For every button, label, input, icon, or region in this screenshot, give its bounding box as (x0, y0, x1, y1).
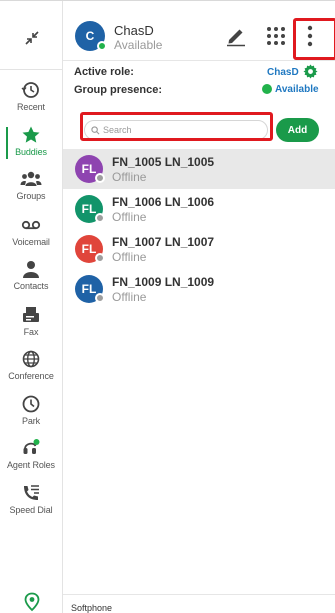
list-item[interactable]: FL FN_1005 LN_1005 Offline (63, 149, 335, 189)
footer: Softphone (63, 594, 335, 613)
collapse-arrows-icon (25, 31, 39, 45)
user-name[interactable]: ChasD (114, 23, 154, 38)
nav-label-contacts: Contacts (13, 281, 49, 291)
active-role-value[interactable]: ChasD (267, 67, 299, 78)
fax-icon (23, 307, 39, 322)
presence-offline-indicator (95, 293, 105, 303)
nav-label-agent-roles: Agent Roles (7, 460, 55, 470)
nav-item-groups[interactable]: Groups (0, 169, 62, 211)
nav-item-voicemail[interactable]: Voicemail (0, 215, 62, 257)
nav-label-recent: Recent (17, 102, 45, 112)
more-options-button[interactable] (300, 21, 320, 51)
voicemail-icon (21, 220, 41, 230)
nav-label-voicemail: Voicemail (12, 237, 50, 247)
nav-item-conference[interactable]: Conference (0, 349, 62, 391)
add-button[interactable]: Add (276, 118, 319, 142)
location-button[interactable] (22, 592, 42, 612)
presence-available-indicator (97, 41, 107, 51)
nav-label-speed-dial: Speed Dial (9, 505, 53, 515)
search-input[interactable] (103, 125, 253, 135)
buddy-status: Offline (112, 170, 147, 184)
buddy-status: Offline (112, 250, 147, 264)
search-field[interactable] (84, 120, 268, 140)
nav-item-recent[interactable]: Recent (0, 80, 62, 122)
buddy-list: FL FN_1005 LN_1005 Offline FL FN_1006 LN… (63, 149, 335, 309)
globe-icon (22, 350, 40, 368)
speed-dial-icon (24, 485, 39, 500)
softphone-app: Recent Buddies Groups Voicemail Contacts… (0, 0, 335, 613)
buddy-name: FN_1006 LN_1006 (112, 195, 215, 209)
nav-item-buddies[interactable]: Buddies (0, 125, 62, 167)
user-status[interactable]: Available (114, 38, 162, 52)
role-settings-button[interactable] (303, 64, 318, 79)
nav-label-buddies: Buddies (15, 147, 47, 157)
buddies-panel: C ChasD Available Active role: ChasD Gro… (63, 1, 335, 613)
collapse-button[interactable] (20, 26, 44, 50)
history-icon (21, 82, 39, 98)
presence-offline-indicator (95, 253, 105, 263)
edit-button[interactable] (225, 25, 247, 47)
user-header: C ChasD Available (63, 1, 335, 61)
nav-item-park[interactable]: Park (0, 394, 62, 436)
pencil-icon (227, 29, 245, 47)
agent-headset-icon (23, 439, 40, 454)
nav-item-contacts[interactable]: Contacts (0, 259, 62, 301)
presence-offline-indicator (95, 173, 105, 183)
nav-label-conference: Conference (8, 371, 54, 381)
groups-icon (20, 171, 42, 186)
footer-label: Softphone (71, 603, 113, 613)
buddy-name: FN_1009 LN_1009 (112, 275, 215, 289)
nav-item-speed-dial[interactable]: Speed Dial (0, 483, 62, 525)
search-icon (91, 125, 100, 134)
presence-offline-indicator (95, 213, 105, 223)
list-item[interactable]: FL FN_1009 LN_1009 Offline (63, 269, 335, 309)
group-presence-indicator (262, 84, 272, 94)
rail-divider (0, 69, 62, 70)
nav-label-groups: Groups (16, 191, 46, 201)
location-pin-icon (24, 592, 40, 612)
group-presence-label: Group presence: (74, 84, 163, 96)
clock-icon (22, 395, 40, 413)
gear-icon (303, 64, 318, 79)
left-nav-rail: Recent Buddies Groups Voicemail Contacts… (0, 1, 63, 613)
dialpad-icon (267, 27, 285, 45)
dialpad-button[interactable] (265, 25, 287, 47)
nav-item-fax[interactable]: Fax (0, 305, 62, 347)
contact-icon (23, 261, 39, 278)
buddy-name: FN_1005 LN_1005 (112, 155, 215, 169)
nav-label-fax: Fax (23, 327, 39, 337)
buddy-status: Offline (112, 290, 147, 304)
buddy-status: Offline (112, 210, 147, 224)
star-icon (22, 126, 40, 143)
nav-label-park: Park (21, 416, 41, 426)
group-presence-value[interactable]: Available (275, 84, 319, 95)
more-vertical-icon (307, 25, 313, 47)
active-role-label: Active role: (74, 66, 134, 78)
nav-item-agent-roles[interactable]: Agent Roles (0, 438, 62, 480)
list-item[interactable]: FL FN_1007 LN_1007 Offline (63, 229, 335, 269)
buddy-name: FN_1007 LN_1007 (112, 235, 215, 249)
list-item[interactable]: FL FN_1006 LN_1006 Offline (63, 189, 335, 229)
